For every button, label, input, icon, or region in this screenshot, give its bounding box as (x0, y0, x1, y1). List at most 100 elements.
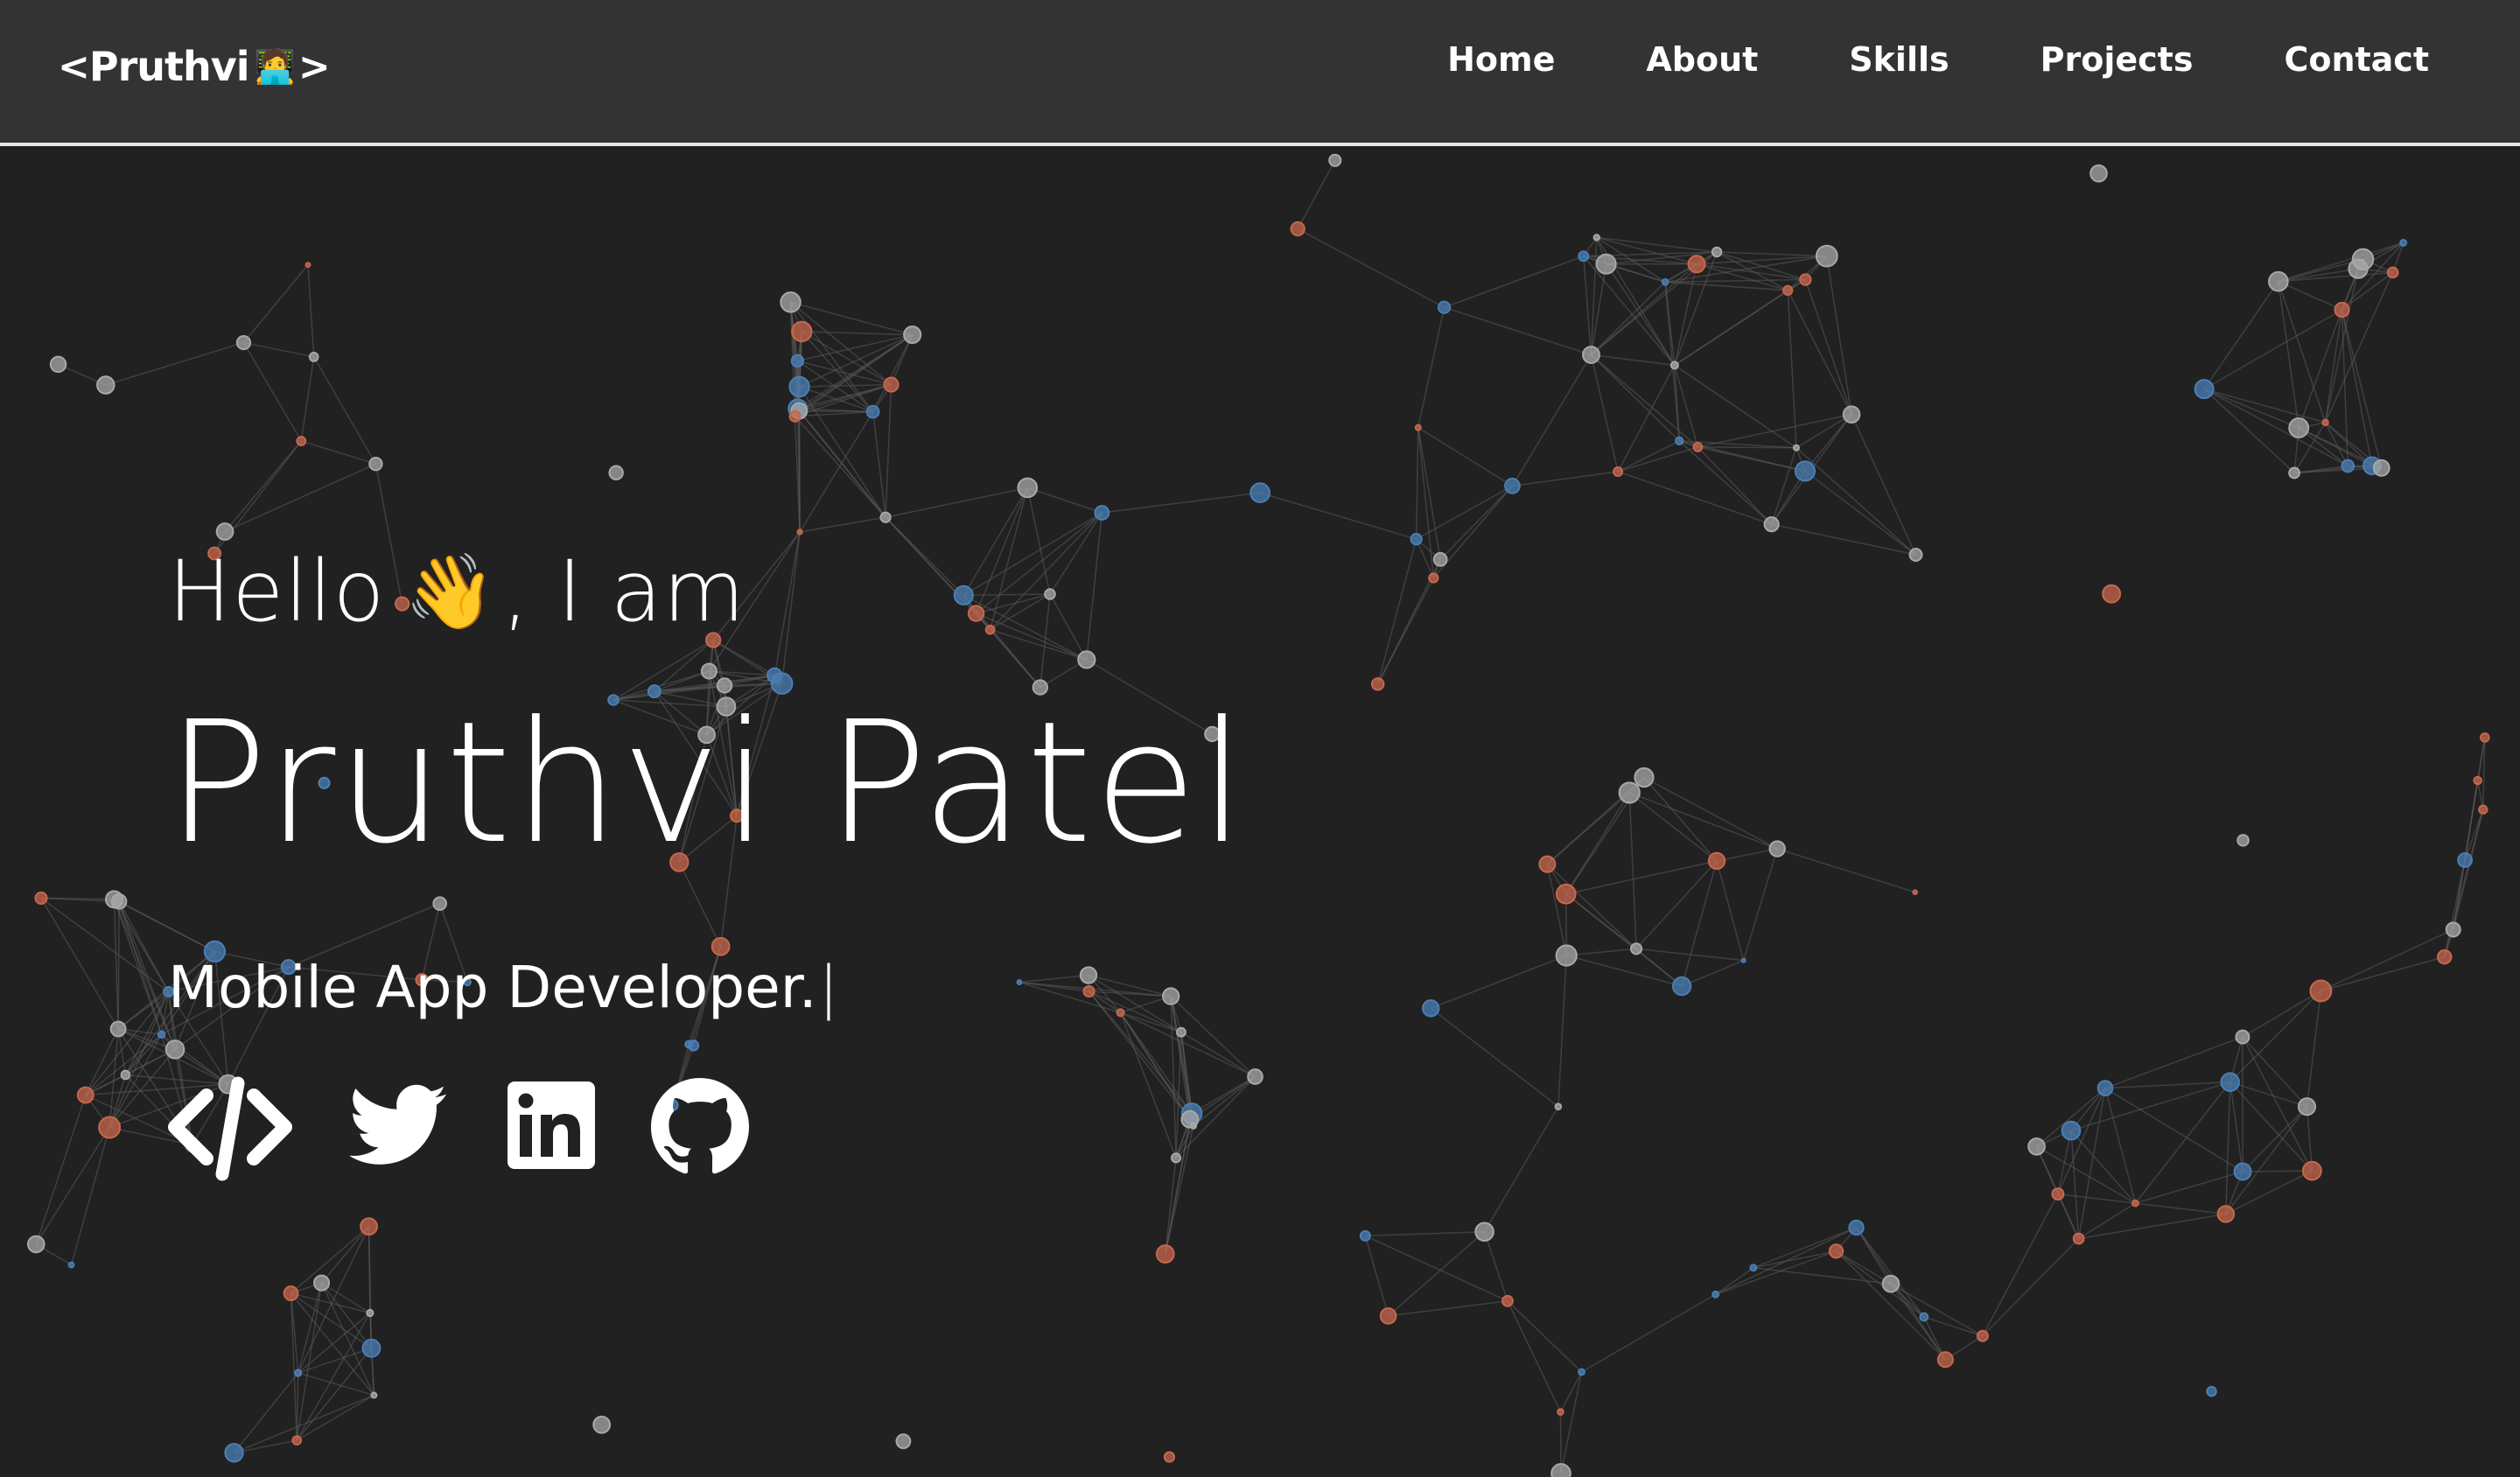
particle-node (1768, 840, 1786, 858)
portfolio-link[interactable] (168, 1076, 292, 1185)
particle-node (109, 1020, 127, 1038)
particle-link (1836, 1250, 1925, 1318)
particle-link (296, 1394, 374, 1441)
particle-node (432, 896, 447, 911)
particle-node (1180, 1110, 1200, 1129)
particle-link (2278, 281, 2327, 424)
particle-node (370, 1391, 378, 1399)
particle-node (1711, 246, 1723, 258)
twitter-link[interactable] (348, 1083, 448, 1171)
particle-link (1086, 512, 1103, 660)
particle-link (885, 486, 1028, 518)
particle-link (1715, 1267, 1754, 1295)
linkedin-icon (508, 1082, 595, 1169)
particle-link (1415, 427, 1419, 540)
particle-link (2278, 281, 2342, 311)
particle-node (2478, 804, 2488, 815)
particle-link (108, 1033, 163, 1128)
particle-link (1628, 792, 1637, 949)
nav-link-projects[interactable]: Projects (2040, 40, 2194, 79)
particle-node (883, 376, 900, 393)
particle-node (1912, 889, 1918, 895)
particle-node (1687, 255, 1706, 274)
particle-node (1712, 1290, 1720, 1298)
particle-link (290, 1293, 298, 1441)
particle-node (2437, 948, 2453, 965)
particle-node (1432, 551, 1448, 567)
particle-node (1370, 677, 1385, 691)
particle-link (2324, 268, 2359, 424)
particle-link (2229, 1082, 2244, 1172)
particle-link (1430, 1007, 1559, 1108)
particle-link (799, 383, 892, 388)
particle-node (1016, 979, 1023, 985)
particle-link (1193, 1075, 1256, 1127)
particle-node (2072, 1232, 2085, 1245)
particle-link (1590, 354, 1619, 472)
particle-link (1696, 263, 1788, 291)
particle-link (1365, 1230, 1485, 1237)
particle-link (40, 897, 169, 992)
particle-node (1661, 277, 1670, 286)
particle-node (1763, 516, 1780, 533)
linkedin-link[interactable] (508, 1082, 595, 1172)
particle-node (1176, 1026, 1186, 1038)
particle-node (1881, 1274, 1900, 1293)
particle-link (1665, 278, 1806, 284)
particle-node (1976, 1329, 1989, 1342)
particle-node (1936, 1351, 1954, 1368)
particle-link (1796, 414, 1852, 449)
nav-link-home[interactable]: Home (1447, 40, 1555, 79)
waving-hand-icon: 👋 (404, 548, 497, 634)
particle-link (1376, 538, 1418, 684)
particle-node (2194, 379, 2215, 400)
nav-link-contact[interactable]: Contact (2284, 40, 2429, 79)
particle-node (780, 291, 802, 313)
particle-link (802, 331, 913, 336)
site-logo[interactable]: < Pruthvi 🧑‍💻 > (58, 38, 331, 94)
particle-link (320, 1282, 373, 1349)
particle-node (1538, 855, 1557, 873)
particle-link (1590, 263, 1698, 356)
particle-node (1359, 1229, 1371, 1242)
particle-node (1592, 234, 1600, 242)
particle-link (296, 1348, 373, 1441)
particle-link (963, 593, 1050, 597)
github-link[interactable] (651, 1078, 749, 1180)
particle-node (1502, 1294, 1514, 1307)
logo-open-bracket: < (58, 44, 90, 89)
particle-link (242, 342, 302, 442)
code-icon (168, 1076, 292, 1181)
particle-link (1297, 159, 1336, 229)
particle-node (1170, 1152, 1182, 1164)
particle-node (2233, 1162, 2252, 1181)
particle-link (1716, 860, 1745, 961)
particle-node (1082, 984, 1096, 998)
particle-link (1583, 256, 1592, 355)
particle-node (2288, 466, 2300, 480)
particle-link (290, 1292, 371, 1314)
particle-node (2235, 1029, 2250, 1045)
particle-node (1815, 244, 1838, 268)
particle-node (1582, 346, 1600, 364)
nav-link-about[interactable]: About (1646, 40, 1758, 79)
particle-link (990, 629, 1041, 689)
particle-node (2341, 458, 2356, 473)
particle-link (1546, 864, 1637, 949)
particle-node (2090, 164, 2108, 183)
particle-link (2057, 1193, 2136, 1204)
particle-link (1855, 1227, 1925, 1318)
particle-link (1665, 281, 1788, 291)
particle-link (1444, 306, 1592, 356)
particle-link (1716, 848, 1778, 862)
nav-link-skills[interactable]: Skills (1849, 40, 1949, 79)
particle-node (2051, 1187, 2065, 1201)
particle-link (1444, 256, 1585, 308)
particle-node (283, 1285, 299, 1301)
particle-node (1094, 505, 1110, 521)
particle-link (1088, 990, 1193, 1114)
particle-node (1675, 436, 1684, 446)
particle-node (710, 936, 731, 956)
particle-link (1559, 1371, 1583, 1412)
particle-node (26, 1235, 46, 1254)
